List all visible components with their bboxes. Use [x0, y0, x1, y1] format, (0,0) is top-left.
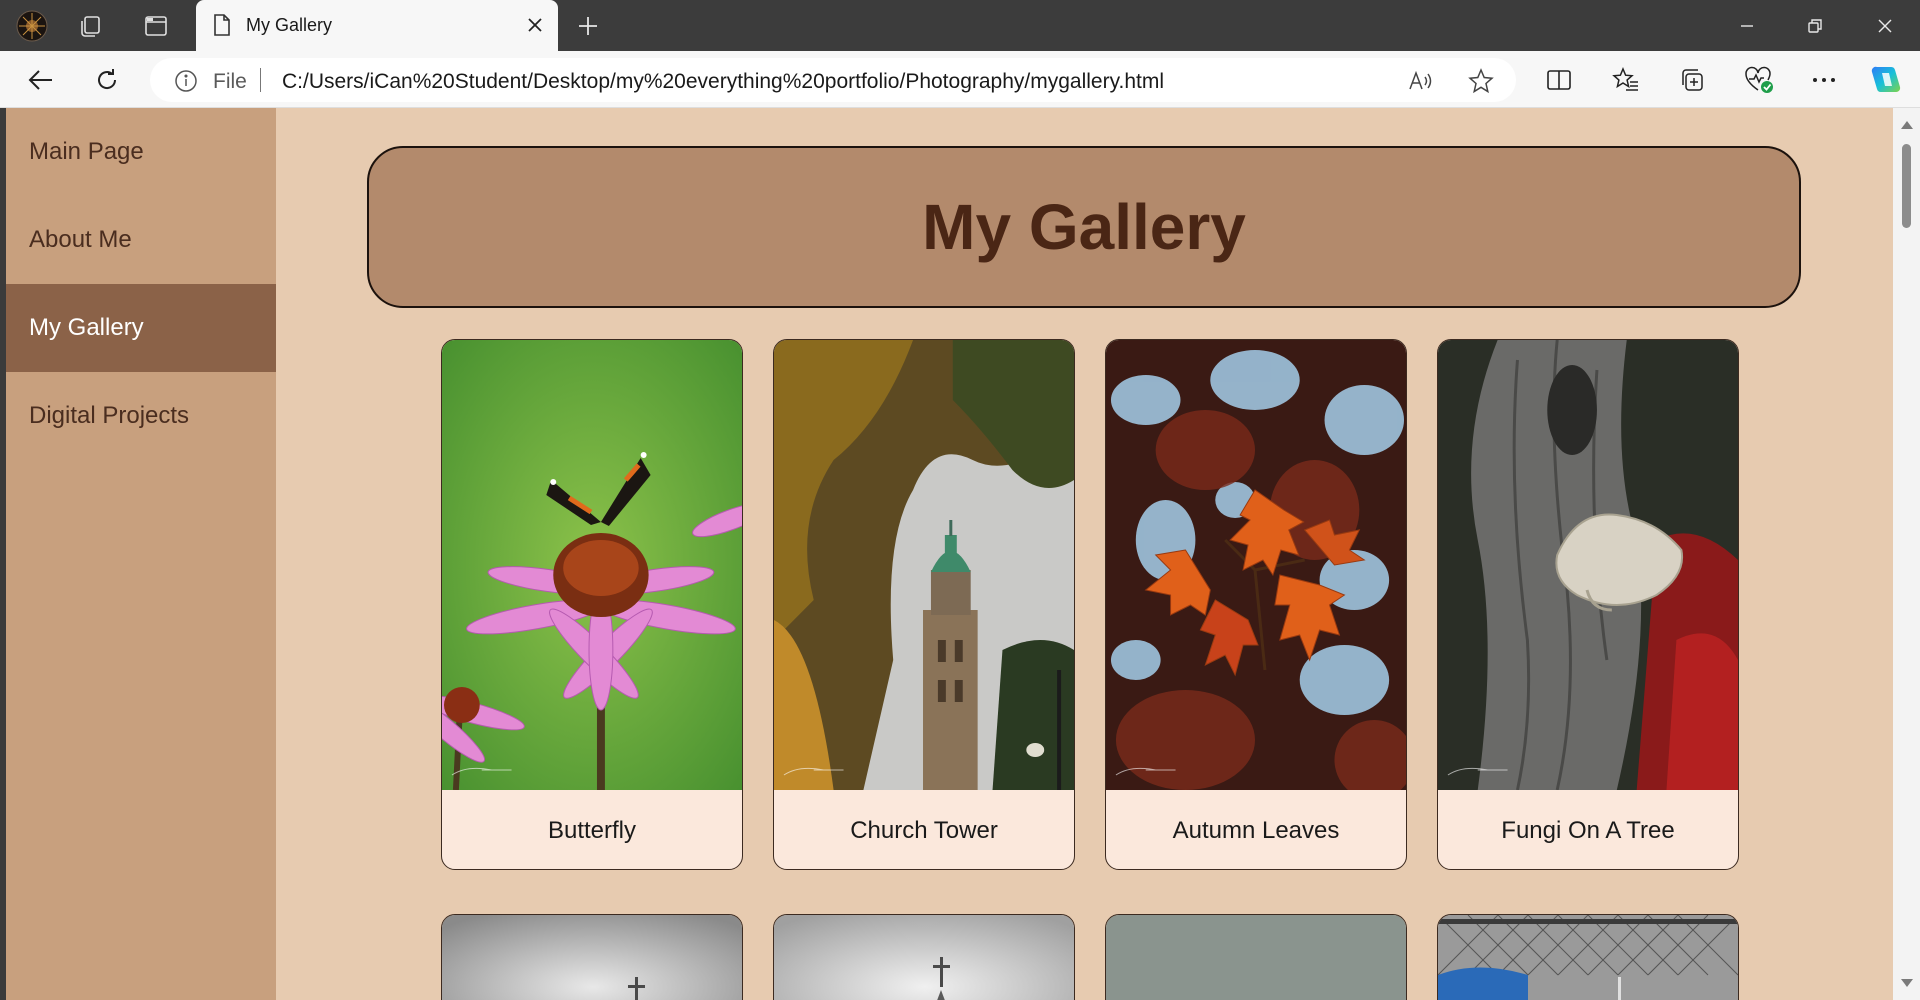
- restore-icon[interactable]: [1782, 0, 1848, 51]
- tab-my-gallery[interactable]: My Gallery: [196, 0, 558, 51]
- scheme-label: File: [213, 70, 247, 93]
- navigation-bar: File C:/Users/iCan%20Student/Desktop/my%…: [0, 51, 1920, 108]
- back-icon[interactable]: [22, 61, 60, 99]
- copilot-icon[interactable]: [1868, 62, 1904, 98]
- vertical-tabs-icon[interactable]: [140, 10, 172, 42]
- page-icon: [212, 13, 232, 42]
- scroll-down-icon[interactable]: [1900, 976, 1913, 989]
- close-icon[interactable]: [524, 14, 546, 36]
- more-icon[interactable]: [1806, 62, 1842, 98]
- gallery-caption: Autumn Leaves: [1172, 816, 1340, 844]
- read-aloud-icon[interactable]: [1406, 66, 1436, 96]
- address-bar[interactable]: File C:/Users/iCan%20Student/Desktop/my%…: [150, 58, 1516, 102]
- grey-photo: [1106, 915, 1406, 1000]
- tab-bar: My Gallery: [0, 0, 1920, 51]
- gallery-caption: Butterfly: [547, 816, 637, 844]
- sidebar-nav: Main Page About Me My Gallery Digital Pr…: [6, 108, 276, 1000]
- window-close-icon[interactable]: [1852, 0, 1918, 51]
- gallery-card-church-tower[interactable]: Church Tower: [773, 339, 1075, 870]
- browser-essentials-icon[interactable]: [1741, 62, 1777, 98]
- sidebar-item-main-page[interactable]: Main Page: [6, 108, 276, 196]
- sidebar-item-label: Digital Projects: [29, 402, 190, 429]
- page-title-banner: My Gallery: [367, 146, 1801, 308]
- sidebar-item-about-me[interactable]: About Me: [6, 196, 276, 284]
- gallery-card-row2-4[interactable]: [1437, 914, 1739, 1000]
- url-text[interactable]: C:/Users/iCan%20Student/Desktop/my%20eve…: [282, 70, 1164, 94]
- new-tab-button[interactable]: [572, 10, 604, 42]
- sidebar-item-label: My Gallery: [29, 314, 144, 341]
- page-scrollbar[interactable]: [1893, 108, 1920, 1000]
- gallery-card-butterfly[interactable]: Butterfly: [441, 339, 743, 870]
- scroll-up-icon[interactable]: [1900, 118, 1913, 131]
- refresh-icon[interactable]: [88, 61, 126, 99]
- favorite-star-icon[interactable]: [1466, 66, 1496, 96]
- church-cross-photo: [442, 915, 742, 1000]
- info-icon[interactable]: [174, 69, 198, 93]
- steeple-cross-photo: [774, 915, 1074, 1000]
- sidebar-item-label: Main Page: [29, 138, 144, 165]
- church-tower-photo: [774, 340, 1074, 790]
- autumn-leaves-photo: [1106, 340, 1406, 790]
- workspaces-icon[interactable]: [76, 10, 108, 42]
- gallery-card-row2-3[interactable]: [1105, 914, 1407, 1000]
- gallery-card-autumn-leaves[interactable]: Autumn Leaves: [1105, 339, 1407, 870]
- sidebar-item-label: About Me: [29, 226, 132, 253]
- page-title: My Gallery: [922, 191, 1246, 263]
- split-screen-icon[interactable]: [1541, 62, 1577, 98]
- address-divider: [260, 68, 261, 92]
- gallery-caption: Fungi On A Tree: [1501, 816, 1675, 844]
- sidebar-item-digital-projects[interactable]: Digital Projects: [6, 372, 276, 460]
- sidebar-item-my-gallery[interactable]: My Gallery: [6, 284, 276, 372]
- butterfly-photo: [442, 340, 742, 790]
- gallery-card-fungi-on-a-tree[interactable]: Fungi On A Tree: [1437, 339, 1739, 870]
- fence-photo: [1438, 915, 1738, 1000]
- page-viewport: Main Page About Me My Gallery Digital Pr…: [6, 108, 1893, 1000]
- gallery-card-row2-2[interactable]: [773, 914, 1075, 1000]
- tab-title: My Gallery: [246, 15, 333, 35]
- collections-icon[interactable]: [1674, 62, 1710, 98]
- gallery-caption: Church Tower: [850, 816, 998, 844]
- favorites-icon[interactable]: [1608, 62, 1644, 98]
- scrollbar-thumb[interactable]: [1902, 144, 1911, 228]
- gallery-card-row2-1[interactable]: [441, 914, 743, 1000]
- fungi-photo: [1438, 340, 1738, 790]
- minimize-icon[interactable]: [1714, 0, 1780, 51]
- profile-avatar-icon[interactable]: [16, 10, 48, 42]
